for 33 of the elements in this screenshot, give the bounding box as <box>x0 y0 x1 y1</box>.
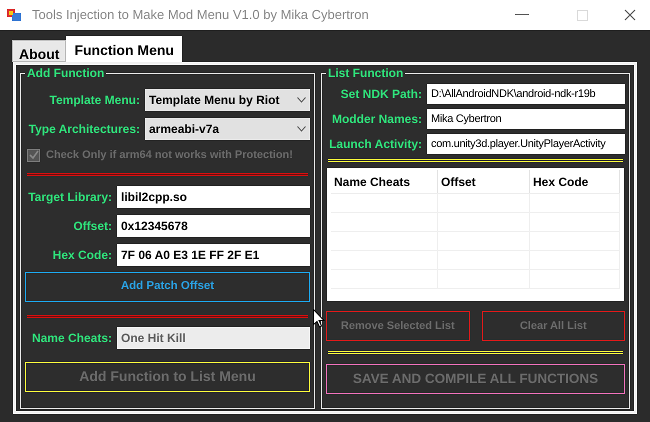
input-field[interactable]: D:\AllAndroidNDK\android-ndk-r19b <box>427 84 625 104</box>
chevron-icon <box>297 97 306 103</box>
field-label: Template Menu: <box>48 92 141 109</box>
field-label: Name Cheats: <box>30 330 113 346</box>
field-label: Offset: <box>72 218 113 234</box>
dropdown[interactable]: Template Menu by Riot <box>145 89 310 111</box>
column-header[interactable]: Name Cheats <box>331 170 438 193</box>
checkbox-label: Check Only if arm64 not works with Protection! <box>46 148 293 163</box>
field-label: Set NDK Path: <box>340 86 423 103</box>
group-title: List Function <box>326 66 406 80</box>
dropdown[interactable]: armeabi-v7a <box>145 118 310 140</box>
field-label: Type Architectures: <box>28 121 141 138</box>
column-header[interactable]: Offset <box>438 170 530 193</box>
input-field[interactable]: 7F 06 A0 E3 1E FF 2F E1 <box>117 244 310 266</box>
input-field[interactable]: Mika Cybertron <box>427 109 625 129</box>
window-title: Tools Injection to Make Mod Menu V1.0 by Mika Cybertron <box>32 6 370 24</box>
field-label: Target Library: <box>27 188 113 206</box>
field-label: Modder Names: <box>330 111 423 128</box>
button[interactable]: Add Patch Offset <box>25 272 310 302</box>
cursor-icon <box>313 309 325 328</box>
app-icon <box>6 7 22 23</box>
input-field[interactable]: com.unity3d.player.UnityPlayerActivity <box>427 134 625 154</box>
input-field[interactable]: 0x12345678 <box>117 214 310 236</box>
close-icon[interactable] <box>624 9 636 21</box>
field-label: Launch Activity: <box>328 136 423 153</box>
field-label: Hex Code: <box>52 246 113 264</box>
chevron-icon <box>297 126 306 132</box>
column-header[interactable]: Hex Code <box>530 170 620 193</box>
tab[interactable]: About <box>12 40 66 62</box>
input-field[interactable]: libil2cpp.so <box>117 186 310 208</box>
minimize-icon[interactable] <box>515 14 529 16</box>
tab[interactable]: Function Menu <box>66 36 182 62</box>
group-title: Add Function <box>25 66 106 80</box>
